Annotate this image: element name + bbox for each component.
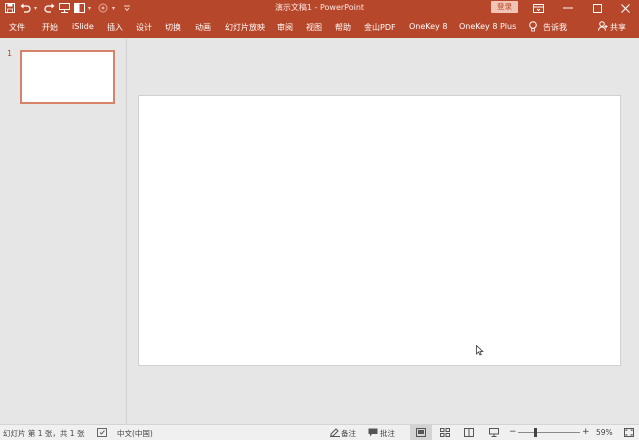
language-status[interactable]: 中文(中国) [117, 428, 153, 439]
mouse-cursor-icon [476, 345, 484, 356]
slide-editing-area[interactable] [128, 38, 639, 424]
slide-thumbnail-pane[interactable]: 1 [0, 38, 127, 424]
tab-insert[interactable]: 插入 [107, 22, 123, 33]
thumbnail-number: 1 [7, 49, 13, 58]
slideshow-view-icon[interactable] [489, 428, 499, 437]
zoom-slider-thumb[interactable] [534, 428, 537, 437]
login-button[interactable]: 登录 [491, 1, 518, 13]
lightbulb-icon [529, 21, 537, 34]
zoom-out-button[interactable]: − [509, 427, 517, 437]
slide-thumbnail[interactable] [20, 50, 115, 104]
tab-onekey8[interactable]: OneKey 8 [409, 22, 447, 31]
title-bar: ▾ ▾ ▾ 演示文稿1 - PowerPoint 登录 [0, 0, 639, 16]
slide-sorter-icon[interactable] [440, 428, 450, 437]
tab-kingsoft-pdf[interactable]: 金山PDF [364, 22, 396, 33]
tab-islide[interactable]: iSlide [72, 22, 94, 31]
tab-animations[interactable]: 动画 [195, 22, 211, 33]
slide-canvas[interactable] [138, 95, 621, 366]
status-bar: 幻灯片 第 1 张，共 1 张 中文(中国) 备注 批注 − + 59% [0, 424, 639, 440]
ribbon-tabs: 文件 开始 iSlide 插入 设计 切换 动画 幻灯片放映 审阅 视图 帮助 … [0, 16, 639, 38]
notes-icon[interactable] [330, 428, 340, 437]
tab-transitions[interactable]: 切换 [165, 22, 181, 33]
notes-button[interactable]: 备注 [341, 428, 356, 439]
tab-review[interactable]: 审阅 [277, 22, 293, 33]
normal-view-icon[interactable] [416, 428, 426, 437]
share-label: 共享 [610, 22, 626, 32]
minimize-icon[interactable] [554, 0, 582, 16]
share-button[interactable]: 共享 [598, 21, 626, 33]
tell-me-label: 告诉我 [543, 23, 567, 32]
slide-count-status: 幻灯片 第 1 张，共 1 张 [3, 429, 85, 438]
tab-home[interactable]: 开始 [42, 22, 58, 33]
fit-to-window-icon[interactable] [624, 428, 634, 437]
comments-button[interactable]: 批注 [380, 428, 395, 439]
person-icon [598, 21, 608, 33]
zoom-slider[interactable] [518, 432, 580, 433]
comments-icon[interactable] [368, 428, 378, 437]
tab-slideshow[interactable]: 幻灯片放映 [225, 22, 265, 33]
tab-file[interactable]: 文件 [9, 22, 25, 33]
tab-view[interactable]: 视图 [306, 22, 322, 33]
tab-design[interactable]: 设计 [136, 22, 152, 33]
maximize-icon[interactable] [583, 0, 611, 16]
ribbon-display-options-icon[interactable] [524, 0, 552, 16]
tab-help[interactable]: 帮助 [335, 22, 351, 33]
reading-view-icon[interactable] [464, 428, 474, 437]
close-icon[interactable] [611, 0, 639, 16]
zoom-in-button[interactable]: + [582, 427, 590, 437]
tab-onekey8-plus[interactable]: OneKey 8 Plus [459, 22, 516, 31]
tell-me-search[interactable]: 告诉我 [529, 21, 567, 34]
accessibility-icon[interactable] [97, 428, 107, 437]
zoom-level[interactable]: 59% [596, 428, 613, 437]
